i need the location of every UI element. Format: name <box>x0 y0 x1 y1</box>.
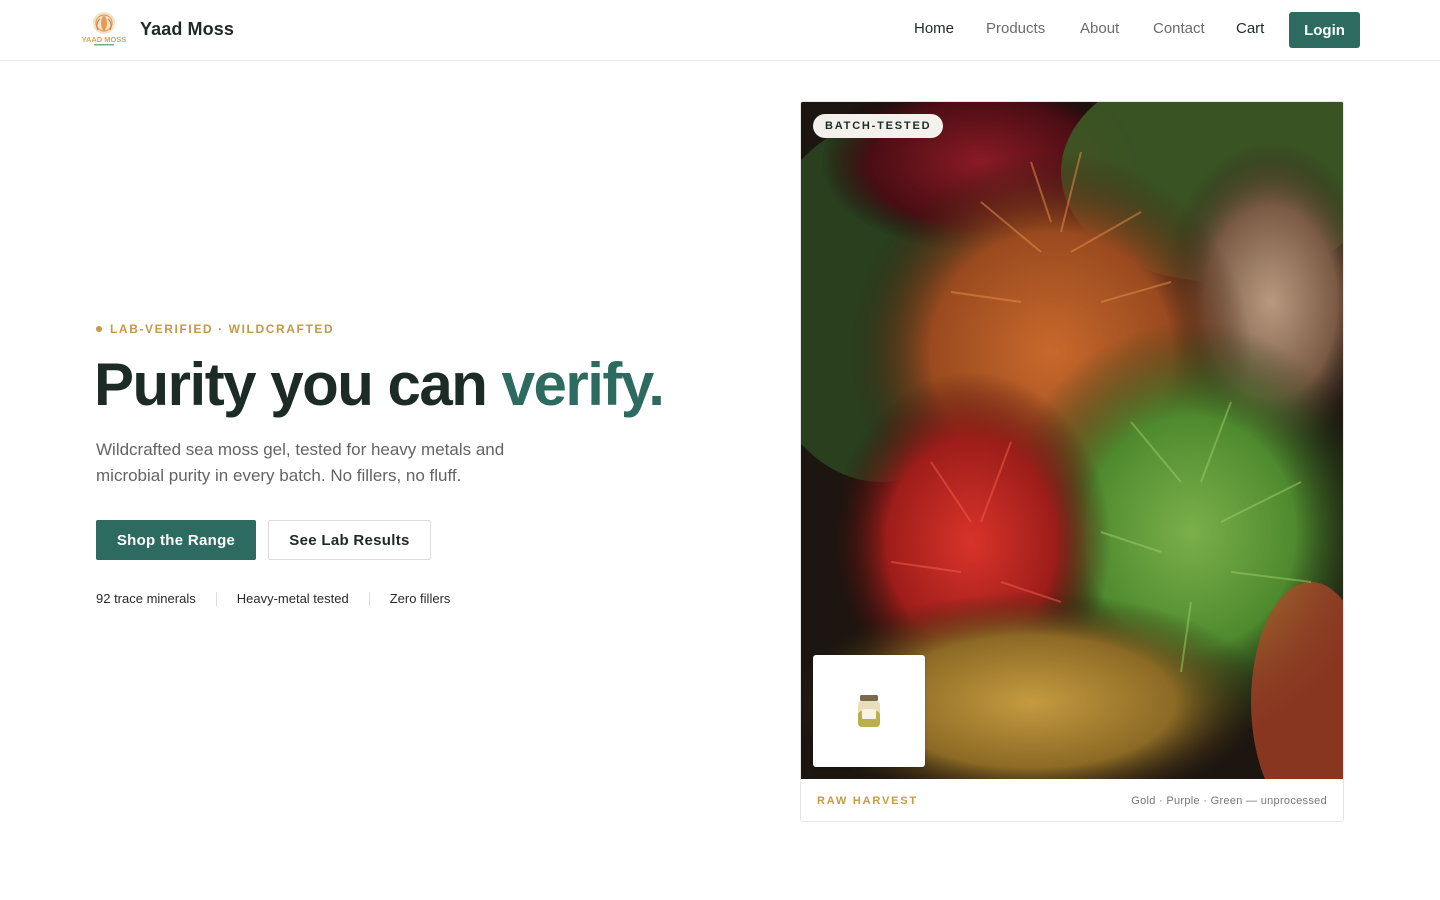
site-header: YAAD MOSS Yaad Moss Home Products About … <box>0 0 1440 61</box>
hero-eyebrow: LAB-VERIFIED · WILDCRAFTED <box>96 322 334 336</box>
logo[interactable]: YAAD MOSS <box>80 10 128 50</box>
divider <box>368 591 370 606</box>
login-button[interactable]: Login <box>1289 12 1360 48</box>
brand-name[interactable]: Yaad Moss <box>140 19 234 40</box>
headline-accent: verify. <box>501 351 665 418</box>
feature-item: 92 trace minerals <box>96 591 196 606</box>
nav-contact[interactable]: Contact <box>1153 20 1205 37</box>
colors-note: Gold · Purple · Green — unprocessed <box>1131 795 1327 807</box>
nav-about[interactable]: About <box>1080 20 1119 37</box>
jar-icon <box>858 695 880 727</box>
nav-cart[interactable]: Cart <box>1236 20 1264 37</box>
product-card: BATCH-TESTED RAW HARVEST Gold · Purple ·… <box>800 101 1344 822</box>
lab-results-button[interactable]: See Lab Results <box>268 520 431 560</box>
dot-icon <box>96 326 102 332</box>
hero-subtext: Wildcrafted sea moss gel, tested for hea… <box>96 440 505 485</box>
eyebrow-text: LAB-VERIFIED · WILDCRAFTED <box>110 322 335 336</box>
feature-list: 92 trace minerals Heavy-metal tested Zer… <box>96 591 450 606</box>
batch-tested-badge: BATCH-TESTED <box>813 114 944 138</box>
shop-range-button[interactable]: Shop the Range <box>96 520 256 560</box>
feature-item: Zero fillers <box>389 591 451 606</box>
divider <box>215 591 217 606</box>
headline-main: Purity you can <box>94 351 502 418</box>
nav-products[interactable]: Products <box>986 20 1045 37</box>
product-thumbnail[interactable] <box>813 655 925 767</box>
svg-text:YAAD MOSS: YAAD MOSS <box>82 35 127 44</box>
logo-icon: YAAD MOSS <box>82 12 127 46</box>
hero-headline: Purity you can verify. <box>94 350 665 420</box>
card-footer: RAW HARVEST Gold · Purple · Green — unpr… <box>801 779 1343 821</box>
sea-moss-image: BATCH-TESTED <box>801 102 1343 779</box>
nav-home[interactable]: Home <box>914 20 954 37</box>
feature-item: Heavy-metal tested <box>236 591 349 606</box>
raw-harvest-label: RAW HARVEST <box>817 795 918 807</box>
